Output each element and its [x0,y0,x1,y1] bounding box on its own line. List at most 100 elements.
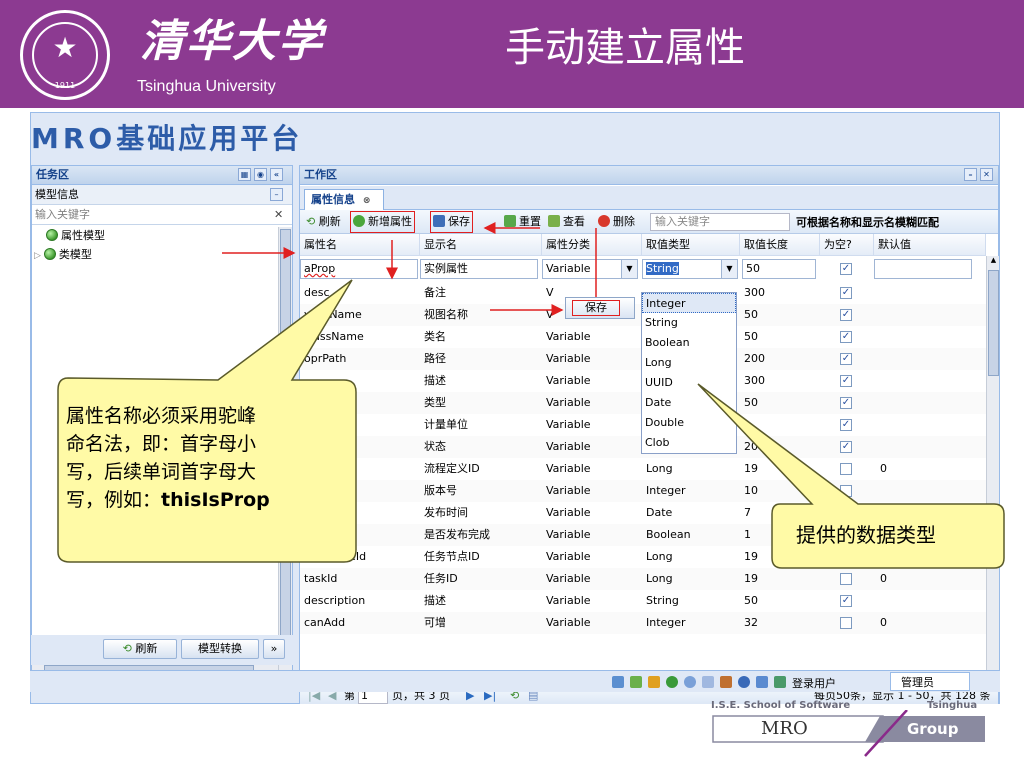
nullable-checkbox[interactable]: ✓ [840,595,852,607]
col-header-name[interactable]: 属性名 [300,234,420,256]
tree-expand-icon[interactable]: ▷ [34,251,41,261]
save-popup: 保存 [565,297,635,319]
nullable-checkbox[interactable] [840,573,852,585]
gear-icon[interactable] [684,676,696,688]
grid-search-input[interactable]: 输入关键字 [650,213,790,231]
cell-display: 描述 [424,594,446,607]
nullable-checkbox[interactable] [840,507,852,519]
nullable-checkbox[interactable] [840,551,852,563]
nullable-checkbox[interactable]: ✓ [840,263,852,275]
nullable-checkbox[interactable]: ✓ [840,441,852,453]
type-option-long[interactable]: Long [642,353,736,373]
col-header-nullable[interactable]: 为空? [820,234,874,256]
clear-icon[interactable]: ✕ [274,205,283,225]
window-icon[interactable] [612,676,624,688]
type-option-string[interactable]: String [642,313,736,333]
info-icon[interactable] [738,676,750,688]
table-row[interactable]: description 描述 Variable String 50 ✓ [300,590,986,612]
tab-attribute-info[interactable]: 属性信息 ⊗ [304,189,384,210]
nullable-checkbox[interactable] [840,617,852,629]
cell-display: 视图名称 [424,308,468,321]
cell-type: String [646,594,679,607]
cell-category: Variable [546,396,591,409]
tree-item-class-model[interactable]: ▷ 类模型 [34,246,92,264]
help-icon[interactable] [756,676,768,688]
length-editor[interactable]: 50 [742,259,816,279]
task-search-input[interactable]: 输入关键字 ✕ [32,205,292,225]
nullable-checkbox[interactable]: ✓ [840,397,852,409]
close-icon[interactable]: ✕ [980,168,993,181]
type-option-double[interactable]: Double [642,413,736,433]
view-button[interactable]: 查看 [548,214,585,230]
tree-refresh-button[interactable]: ⟲ 刷新 [103,639,177,659]
user-icon [774,676,786,688]
nullable-checkbox[interactable]: ✓ [840,353,852,365]
globe-icon [46,229,58,241]
model-convert-label: 模型转换 [198,642,242,655]
chevron-down-icon[interactable]: ▼ [721,260,737,278]
minimize-icon[interactable]: – [270,188,283,201]
cell-name: description [304,594,366,607]
document-icon[interactable] [702,676,714,688]
collapse-left-icon[interactable]: « [270,168,283,181]
type-option-boolean[interactable]: Boolean [642,333,736,353]
col-header-default[interactable]: 默认值 [874,234,986,256]
cell-type: Integer [646,616,686,629]
minimize-icon[interactable]: – [964,168,977,181]
add-attribute-button[interactable]: 新增属性 [350,211,415,233]
table-row[interactable]: taskId 任务ID Variable Long 19 0 [300,568,986,590]
nullable-checkbox[interactable] [840,485,852,497]
nullable-checkbox[interactable]: ✓ [840,375,852,387]
nullable-checkbox[interactable]: ✓ [840,287,852,299]
grid-vscroll-thumb[interactable] [988,270,999,376]
col-header-length[interactable]: 取值长度 [740,234,820,256]
cell-name: …yCplt [304,528,344,541]
default-editor[interactable] [874,259,972,279]
col-header-type[interactable]: 取值类型 [642,234,740,256]
cell-length: 50 [744,396,758,409]
type-option-clob[interactable]: Clob [642,433,736,453]
col-header-display[interactable]: 显示名 [420,234,542,256]
tree-item-label: 属性模型 [61,229,105,242]
name-editor[interactable]: aProp [300,259,418,279]
sync-icon[interactable] [666,676,678,688]
footer-logo: I.S.E. School of Software Tsinghua MRO G… [705,700,995,760]
cell-category: Variable [546,374,591,387]
col-header-category[interactable]: 属性分类 [542,234,642,256]
chevron-down-icon[interactable]: ▼ [621,260,637,278]
model-convert-button[interactable]: 模型转换 [181,639,259,659]
tab-close-icon[interactable]: ⊗ [363,196,371,206]
refresh-button[interactable]: ⟲ 刷新 [306,214,341,230]
nullable-checkbox[interactable]: ✓ [840,309,852,321]
refresh-icon: ⟲ [122,642,132,655]
type-option-integer[interactable]: Integer [642,293,736,313]
type-option-uuid[interactable]: UUID [642,373,736,393]
reset-button[interactable]: 重置 [504,214,541,230]
table-row[interactable]: …Id 流程定义ID Variable Long 19 0 [300,458,986,480]
table-row[interactable]: canAdd 可增 Variable Integer 32 0 [300,612,986,634]
wrench-icon[interactable] [720,676,732,688]
refresh-tool-icon[interactable]: ◉ [254,168,267,181]
save-button[interactable]: 保存 [430,211,473,233]
chart-icon[interactable] [648,676,660,688]
cell-display: 发布时间 [424,506,468,519]
save-popup-button[interactable]: 保存 [572,300,620,316]
table-row[interactable]: 版本号 Variable Integer 10 [300,480,986,502]
type-option-date[interactable]: Date [642,393,736,413]
nullable-checkbox[interactable]: ✓ [840,331,852,343]
grid-vscroll[interactable]: ▲ ▼ [986,256,999,684]
type-select[interactable]: String ▼ [642,259,738,279]
display-editor[interactable]: 实例属性 [420,259,538,279]
category-select-value: Variable [546,262,591,275]
print-icon[interactable]: ▦ [238,168,251,181]
delete-button[interactable]: 删除 [598,214,635,230]
cell-length: 300 [744,286,765,299]
nullable-checkbox[interactable]: ✓ [840,419,852,431]
nullable-checkbox[interactable] [840,463,852,475]
plugin-icon[interactable] [630,676,642,688]
category-select[interactable]: Variable ▼ [542,259,638,279]
scroll-up-icon[interactable]: ▲ [988,256,999,268]
tree-item-attribute-model[interactable]: 属性模型 [46,227,105,245]
cell-display: 版本号 [424,484,457,497]
expand-more-button[interactable]: » [263,639,285,659]
